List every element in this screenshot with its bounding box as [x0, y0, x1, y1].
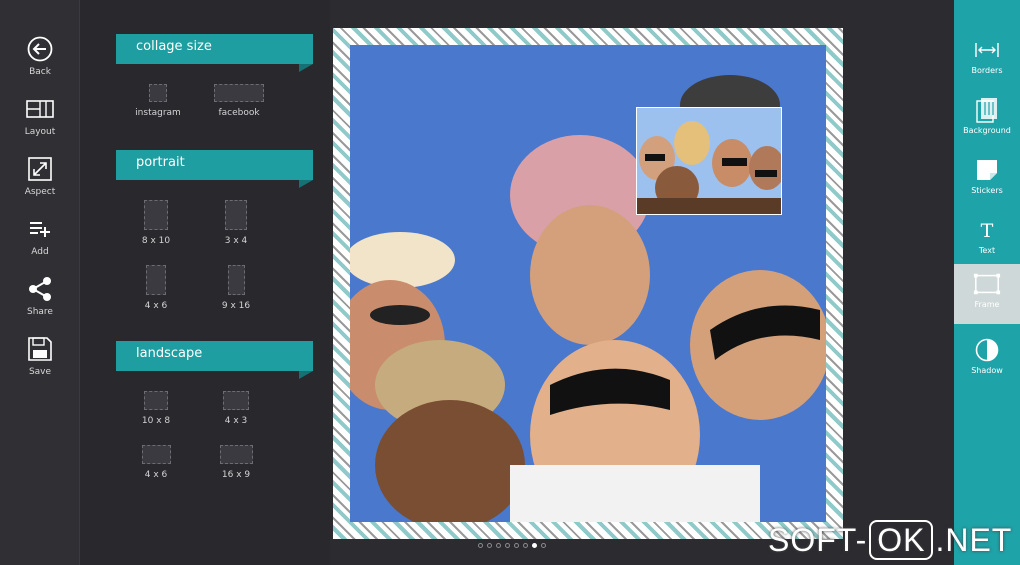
back-arrow-icon: [25, 34, 55, 64]
option-portrait-9x16[interactable]: 9 x 16: [206, 265, 266, 311]
inset-photo-illustration: [637, 108, 781, 214]
watermark: SOFT- OK .NET: [768, 520, 1012, 560]
options-panel: collage size instagram facebook portrait…: [80, 0, 330, 565]
text-label: Text: [978, 246, 996, 255]
layout-button[interactable]: Layout: [0, 94, 80, 150]
option-label: 10 x 8: [141, 416, 171, 426]
landscape-16x9-shape: [219, 445, 253, 464]
header-fold: [299, 180, 313, 188]
portrait-header[interactable]: portrait: [116, 150, 313, 188]
borders-label: Borders: [971, 66, 1003, 75]
page-dot[interactable]: [541, 543, 546, 548]
shadow-label: Shadow: [971, 366, 1003, 375]
page-dot[interactable]: [523, 543, 528, 548]
header-fold: [299, 371, 313, 379]
frame-button[interactable]: Frame: [954, 264, 1020, 324]
option-label: 4 x 6: [144, 301, 168, 311]
stickers-label: Stickers: [971, 186, 1003, 195]
portrait-title: portrait: [136, 155, 185, 170]
option-facebook[interactable]: facebook: [209, 84, 269, 118]
left-toolbar: Back Layout Aspect Add Share Save: [0, 0, 80, 565]
save-button[interactable]: Save: [0, 334, 80, 390]
save-icon: [25, 334, 55, 364]
layout-icon: [25, 94, 55, 124]
aspect-label: Aspect: [24, 187, 56, 197]
option-landscape-10x8[interactable]: 10 x 8: [126, 391, 186, 426]
share-icon: [25, 274, 55, 304]
add-list-icon: [25, 214, 55, 244]
option-label: 16 x 9: [221, 470, 251, 480]
inset-photo[interactable]: [636, 107, 782, 215]
option-landscape-4x3[interactable]: 4 x 3: [206, 391, 266, 426]
watermark-boxed: OK: [869, 520, 934, 560]
landscape-4x6-shape: [141, 445, 171, 464]
portrait-8x10-shape: [144, 200, 168, 230]
collage-canvas-area: [330, 0, 954, 565]
text-icon: T: [973, 216, 1001, 244]
svg-text:T: T: [981, 220, 994, 240]
option-portrait-4x6[interactable]: 4 x 6: [126, 265, 186, 311]
landscape-4x3-shape: [223, 391, 249, 410]
add-button[interactable]: Add: [0, 214, 80, 270]
landscape-title: landscape: [136, 346, 203, 361]
right-toolbar: Borders Background Stickers T Text Frame: [954, 0, 1020, 565]
option-portrait-3x4[interactable]: 3 x 4: [206, 200, 266, 246]
page-dot[interactable]: [487, 543, 492, 548]
page-dot-active[interactable]: [532, 543, 537, 548]
landscape-10x8-shape: [144, 391, 168, 410]
landscape-header[interactable]: landscape: [116, 341, 313, 379]
stickers-button[interactable]: Stickers: [954, 150, 1020, 210]
option-label: facebook: [218, 108, 260, 118]
portrait-4x6-shape: [146, 265, 166, 295]
aspect-button[interactable]: Aspect: [0, 154, 80, 210]
frame-icon: [973, 270, 1001, 298]
shadow-button[interactable]: Shadow: [954, 330, 1020, 390]
collage-size-header[interactable]: collage size: [116, 34, 313, 72]
page-dot[interactable]: [478, 543, 483, 548]
option-label: 4 x 6: [144, 470, 168, 480]
watermark-left: SOFT-: [768, 521, 868, 558]
background-label: Background: [963, 126, 1011, 135]
option-label: 3 x 4: [224, 236, 248, 246]
borders-icon: [973, 36, 1001, 64]
layout-label: Layout: [24, 127, 56, 137]
collage-app: Back Layout Aspect Add Share Save collag…: [0, 0, 1020, 565]
header-fold: [299, 64, 313, 72]
borders-button[interactable]: Borders: [954, 30, 1020, 90]
option-label: 9 x 16: [221, 301, 251, 311]
option-landscape-4x6[interactable]: 4 x 6: [126, 445, 186, 480]
background-button[interactable]: Background: [954, 90, 1020, 150]
background-icon: [973, 96, 1001, 124]
facebook-shape: [214, 84, 264, 102]
instagram-shape: [149, 84, 167, 102]
option-portrait-8x10[interactable]: 8 x 10: [126, 200, 186, 246]
portrait-9x16-shape: [227, 265, 245, 295]
option-label: instagram: [135, 108, 181, 118]
back-button[interactable]: Back: [0, 34, 80, 90]
collage-frame[interactable]: [333, 28, 843, 539]
page-dot[interactable]: [514, 543, 519, 548]
main-photo[interactable]: [350, 45, 826, 522]
aspect-icon: [25, 154, 55, 184]
text-button[interactable]: T Text: [954, 210, 1020, 270]
back-label: Back: [29, 67, 51, 77]
frame-label: Frame: [974, 300, 1000, 309]
share-label: Share: [27, 307, 53, 317]
add-label: Add: [31, 247, 49, 257]
share-button[interactable]: Share: [0, 274, 80, 330]
option-instagram[interactable]: instagram: [128, 84, 188, 118]
save-label: Save: [28, 367, 52, 377]
stickers-icon: [973, 156, 1001, 184]
watermark-right: .NET: [935, 521, 1013, 558]
option-landscape-16x9[interactable]: 16 x 9: [206, 445, 266, 480]
option-label: 4 x 3: [224, 416, 248, 426]
page-dot[interactable]: [505, 543, 510, 548]
page-dot[interactable]: [496, 543, 501, 548]
page-indicator: [478, 543, 546, 548]
portrait-3x4-shape: [225, 200, 247, 230]
option-label: 8 x 10: [141, 236, 171, 246]
collage-size-title: collage size: [136, 39, 212, 54]
shadow-icon: [973, 336, 1001, 364]
